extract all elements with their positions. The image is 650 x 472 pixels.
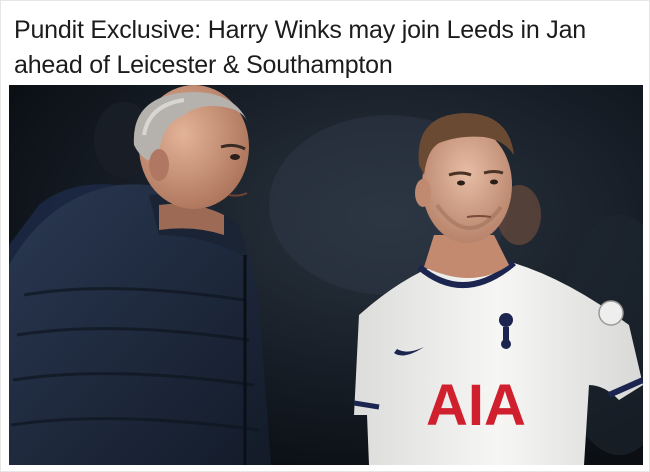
article-photo[interactable]: AIA (9, 85, 643, 465)
photo-illustration: AIA (9, 85, 643, 465)
shirt-sponsor-text: AIA (426, 373, 526, 438)
sleeve-badge (598, 300, 624, 326)
article-card[interactable]: Pundit Exclusive: Harry Winks may join L… (0, 0, 650, 472)
article-headline[interactable]: Pundit Exclusive: Harry Winks may join L… (14, 13, 640, 83)
